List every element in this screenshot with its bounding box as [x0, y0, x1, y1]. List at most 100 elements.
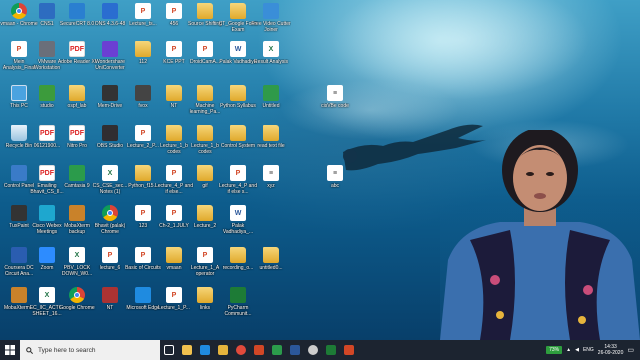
taskbar-app-word[interactable]	[286, 340, 304, 360]
desktop-icon-label: xyz	[267, 183, 275, 189]
desktop-icon[interactable]: gif	[188, 164, 222, 204]
app-icon	[11, 205, 27, 221]
desktop-icon-label: PyCharm Communit...	[224, 305, 252, 317]
desktop-icon[interactable]: W Palak Vadhadiya	[219, 40, 257, 80]
pdf-icon: PDF	[39, 125, 55, 141]
desktop-icon[interactable]: CT_Google Form Exam	[219, 2, 257, 42]
taskbar-app-chrome[interactable]	[232, 340, 250, 360]
desktop-icon[interactable]: ONS 4.3.6-48	[93, 2, 127, 42]
taskbar-app-powerpoint[interactable]	[250, 340, 268, 360]
desktop-icon[interactable]: Lecture_2	[188, 204, 222, 244]
windows-start-button[interactable]	[0, 340, 20, 360]
txt-icon: ≡	[327, 85, 343, 101]
desktop-icon[interactable]: W Palak Vadhadiya_...	[221, 204, 255, 244]
presenter-figure	[440, 128, 640, 340]
desktop-icon[interactable]: Plecture_6	[93, 246, 127, 286]
desktop-icon[interactable]: P DroidCamA...	[188, 40, 222, 80]
folder-icon	[263, 125, 279, 141]
volume-icon[interactable]: ◀	[575, 347, 579, 353]
windows-logo-icon	[5, 345, 15, 355]
desktop-icon[interactable]: ≡ cisVBe code	[318, 84, 352, 124]
folder-icon	[166, 125, 182, 141]
desktop-icon[interactable]: ospf_lab	[60, 84, 94, 124]
app-icon	[102, 41, 118, 57]
taskbar-app-task-view[interactable]	[160, 340, 178, 360]
taskbar-app-edge[interactable]	[196, 340, 214, 360]
pc-icon	[11, 85, 27, 101]
folder-icon	[197, 125, 213, 141]
desktop-icon[interactable]: NT	[93, 286, 127, 326]
edge-icon	[200, 345, 210, 355]
taskbar-app-pycharm[interactable]	[322, 340, 340, 360]
language-indicator[interactable]: ENG	[583, 347, 594, 353]
folder-icon	[166, 247, 182, 263]
app-icon	[135, 85, 151, 101]
task-view-icon	[164, 345, 174, 355]
desktop-icon[interactable]: PyCharm Communit...	[221, 286, 255, 326]
chrome-icon	[69, 287, 85, 303]
taskbar-app-recorder[interactable]	[340, 340, 358, 360]
app-icon	[39, 41, 55, 57]
taskbar-app-folder[interactable]	[214, 340, 232, 360]
desktop-icon[interactable]: Untitled	[254, 84, 288, 124]
folder-icon	[135, 165, 151, 181]
desktop-icon[interactable]: untitled0...	[254, 246, 288, 286]
desktop-icon[interactable]: Bhavit (palak) Chrome	[93, 204, 127, 244]
desktop-icon[interactable]: MobaXterm backup	[60, 204, 94, 244]
file-explorer-icon	[182, 345, 192, 355]
taskbar-app-obs[interactable]	[304, 340, 322, 360]
taskbar-app-file-explorer[interactable]	[178, 340, 196, 360]
taskbar-app-camtasia[interactable]	[268, 340, 286, 360]
desktop-icon[interactable]: Python Syllabus	[220, 84, 256, 124]
xls-icon: X	[69, 247, 85, 263]
folder-icon	[197, 205, 213, 221]
network-icon[interactable]: ▲	[566, 347, 571, 353]
desktop-icon[interactable]: X CS_CSE_sec... Notes (1)	[93, 164, 127, 204]
chrome-icon	[11, 3, 27, 19]
desktop-icon[interactable]: Machine learning_Pa...	[188, 84, 222, 124]
desktop-icon[interactable]: ≡ abc	[318, 164, 352, 204]
desktop-icon[interactable]: Lecture_1_b codes	[188, 124, 222, 164]
desktop-icon[interactable]: Mem-Drive	[93, 84, 127, 124]
taskbar-search-box[interactable]: Type here to search	[20, 340, 160, 360]
desktop-icon[interactable]: Control System	[221, 124, 255, 164]
ppt-icon: P	[135, 125, 151, 141]
desktop-icon[interactable]: ≡ xyz	[254, 164, 288, 204]
desktop-icon[interactable]: PDF Nitro Pro	[60, 124, 94, 164]
desktop-icon[interactable]: PDF Adobe Reader XI	[58, 40, 96, 80]
desktop-icon[interactable]: Source Shifting	[188, 2, 222, 42]
desktop-icon[interactable]: X PBV_LOCK DOWN_W0...	[60, 246, 94, 286]
ppt-icon: P	[135, 247, 151, 263]
desktop-icon[interactable]: X Result Analysis	[254, 40, 288, 80]
desktop-icon[interactable]: links	[188, 286, 222, 326]
desktop-icon[interactable]: P Lecture_4_P and if else s...	[219, 164, 257, 204]
app-icon	[39, 247, 55, 263]
folder-icon	[135, 41, 151, 57]
taskbar-pinned-apps	[160, 340, 358, 360]
notifications-icon[interactable]: ▭	[627, 346, 634, 354]
clock[interactable]: 14:33 26-09-2020	[598, 344, 624, 356]
desktop-icon[interactable]: recording_o...	[221, 246, 255, 286]
desktop-icon[interactable]: SecureCRT 8.0	[60, 2, 94, 42]
desktop-icon[interactable]: read text file	[254, 124, 288, 164]
pycharm-icon	[326, 345, 336, 355]
desktop: vmaan - Chrome CNS1 SecureCRT 8.0 ONS 4.3.6…	[0, 0, 640, 340]
desktop-icon[interactable]: OBS Studio	[93, 124, 127, 164]
ppt-icon: P	[135, 205, 151, 221]
desktop-icon[interactable]: Free Video Cutter Joiner	[251, 2, 291, 42]
app-icon	[69, 205, 85, 221]
chrome-icon	[236, 345, 246, 355]
folder-icon	[230, 247, 246, 263]
xls-icon: X	[263, 41, 279, 57]
recorder-icon	[344, 345, 354, 355]
folder-icon	[263, 247, 279, 263]
battery-indicator[interactable]: 73%	[546, 346, 563, 354]
desktop-icon[interactable]: Wondershare UniConverter	[93, 40, 127, 80]
app-icon	[230, 287, 246, 303]
folder-icon	[69, 85, 85, 101]
app-icon	[39, 3, 55, 19]
desktop-icon[interactable]: Google Chrome	[59, 286, 95, 326]
xls-icon: X	[39, 287, 55, 303]
desktop-icon[interactable]: Camtasia 9	[60, 164, 94, 204]
desktop-icon[interactable]: P Lecture_1_A operator	[188, 246, 222, 286]
